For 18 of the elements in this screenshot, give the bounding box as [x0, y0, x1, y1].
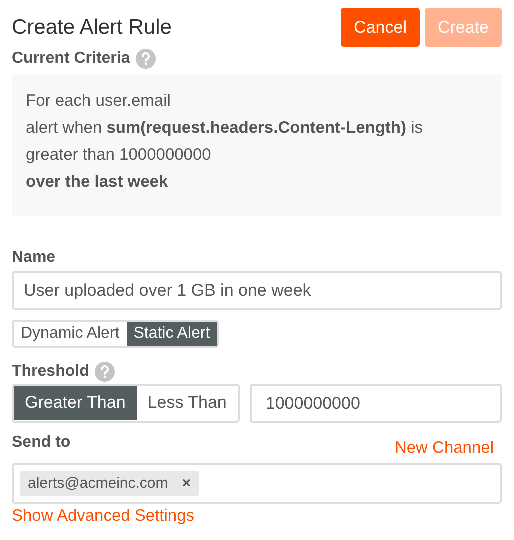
help-icon[interactable]: [95, 362, 116, 382]
criteria-text: greater than 1000000000: [26, 145, 212, 166]
help-icon[interactable]: [136, 49, 156, 69]
criteria-text: over the last week: [26, 172, 170, 193]
remove-icon[interactable]: ×: [182, 475, 192, 492]
dialog-title: Create Alert Rule: [12, 16, 172, 40]
operator-toggle[interactable]: Greater Than: [14, 386, 137, 420]
section-label: Current Criteria: [12, 50, 130, 68]
threshold-field[interactable]: 1000000000: [250, 384, 502, 423]
alert-type-toggle[interactable]: Static Alert: [126, 322, 218, 346]
criteria-text: For each user.email: [26, 91, 172, 112]
field-label: Send to: [12, 434, 71, 452]
criteria-text: alert when sum(request.headers.Content-Length) is: [26, 118, 424, 139]
recipients-field[interactable]: alerts@acmeinc.com ×: [12, 463, 502, 504]
field-label: Name: [12, 249, 57, 267]
tag-label: alerts@acmeinc.com: [28, 475, 168, 492]
name-field[interactable]: User uploaded over 1 GB in one week: [12, 271, 502, 310]
field-label: Threshold: [12, 363, 90, 381]
